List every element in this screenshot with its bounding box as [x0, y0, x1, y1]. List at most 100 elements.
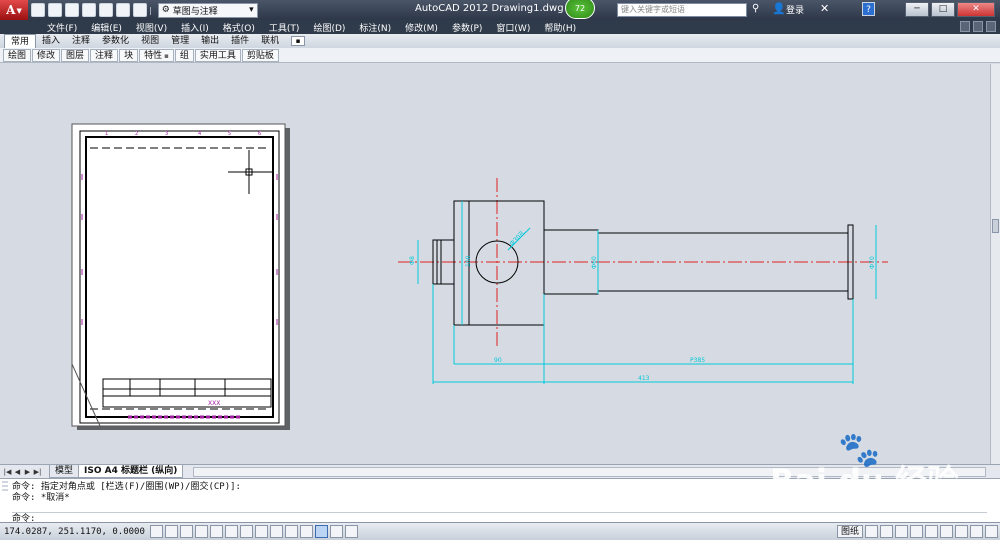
menu-bar: 文件(F) 编辑(E) 视图(V) 插入(I) 格式(O) 工具(T) 绘图(D… [0, 20, 1000, 34]
tab-annotate[interactable]: 注释 [66, 34, 96, 48]
layout-tab-bar: |◀ ◀ ▶ ▶| 模型 ISO A4 标题栏 (纵向) [0, 464, 1000, 478]
panel-layers[interactable]: 图层 [61, 48, 90, 62]
sheet-mark: 5 [228, 131, 231, 137]
doc-restore-button[interactable] [973, 21, 983, 32]
panel-annotation[interactable]: 注释 [90, 48, 119, 62]
panel-utilities[interactable]: 实用工具 [194, 48, 241, 62]
tab-view[interactable]: 视图 [135, 34, 165, 48]
exchange-icon[interactable]: ✕ [820, 2, 829, 15]
tab-online[interactable]: 联机 [255, 34, 285, 48]
snap-mode-icon[interactable] [165, 525, 178, 538]
tab-layout-iso-a4[interactable]: ISO A4 标题栏 (纵向) [78, 465, 184, 478]
tab-plugins[interactable]: 插件 [225, 34, 255, 48]
ribbon-panels: 绘图 修改 图层 注释 块 特性 ▪ 组 实用工具 剪贴板 [0, 48, 1000, 63]
login-button[interactable]: 登录 [786, 3, 804, 16]
object-snap-tracking-icon[interactable] [255, 525, 268, 538]
save-as-icon[interactable] [82, 3, 96, 17]
panel-properties[interactable]: 特性 ▪ [139, 48, 174, 62]
tab-model[interactable]: 模型 [49, 465, 80, 478]
layout-space-button[interactable]: 图纸 [836, 525, 863, 538]
panel-modify[interactable]: 修改 [32, 48, 61, 62]
quick-properties-icon[interactable] [330, 525, 343, 538]
maximize-button[interactable]: □ [931, 2, 955, 17]
binoculars-icon[interactable]: ⚲ [752, 3, 765, 16]
tab-parametric[interactable]: 参数化 [96, 34, 135, 48]
notification-badge[interactable]: 72 [565, 0, 595, 19]
application-menu-button[interactable]: A ▼ [0, 0, 28, 20]
panel-draw[interactable]: 绘图 [3, 48, 32, 62]
clean-screen-icon[interactable] [985, 525, 998, 538]
dynamic-input-icon[interactable] [285, 525, 298, 538]
tab-insert[interactable]: 插入 [36, 34, 66, 48]
menu-dimension[interactable]: 标注(N) [352, 21, 398, 34]
dim-label: 90 [494, 357, 502, 364]
grid-display-icon[interactable] [180, 525, 193, 538]
lineweight-icon[interactable] [300, 525, 313, 538]
menu-edit[interactable]: 编辑(E) [84, 21, 129, 34]
menu-format[interactable]: 格式(O) [216, 21, 262, 34]
command-grip[interactable] [2, 481, 8, 492]
annotation-scale-icon[interactable] [925, 525, 938, 538]
infer-constraints-icon[interactable] [150, 525, 163, 538]
menu-file[interactable]: 文件(F) [40, 21, 84, 34]
title-block-mark: XXX [208, 400, 220, 407]
open-file-icon[interactable] [48, 3, 62, 17]
dim-label: 100 [465, 255, 472, 267]
doc-minimize-button[interactable] [960, 21, 970, 32]
panel-block[interactable]: 块 [119, 48, 139, 62]
tab-manage[interactable]: 管理 [165, 34, 195, 48]
menu-insert[interactable]: 插入(I) [174, 21, 216, 34]
search-input[interactable]: 键入关键字或短语 [617, 3, 747, 17]
help-button[interactable]: ? [862, 2, 875, 16]
sheet-mark: 2 [135, 131, 138, 137]
allow-ucs-icon[interactable] [270, 525, 283, 538]
coordinate-readout[interactable]: 174.0287, 251.1170, 0.0000 [0, 527, 150, 537]
dim-label: P385 [690, 357, 705, 364]
user-icon[interactable]: 👤 [772, 2, 786, 15]
menu-draw[interactable]: 绘图(D) [306, 21, 352, 34]
isolate-objects-icon[interactable] [970, 525, 983, 538]
last-layout-icon[interactable]: ▶| [33, 467, 42, 477]
menu-help[interactable]: 帮助(H) [537, 21, 583, 34]
object-snap-icon[interactable] [225, 525, 238, 538]
prev-layout-icon[interactable]: ◀ [13, 467, 22, 477]
menu-view[interactable]: 视图(V) [129, 21, 174, 34]
workspace-switch-icon[interactable] [940, 525, 953, 538]
workspace-dropdown[interactable]: ⚙ 草图与注释 ▾ [157, 2, 258, 18]
minimize-button[interactable]: ─ [905, 2, 929, 17]
ribbon-toggle-button[interactable]: ▪ [291, 36, 306, 46]
selection-cycling-icon[interactable] [345, 525, 358, 538]
new-file-icon[interactable] [31, 3, 45, 17]
vertical-scrollbar[interactable] [990, 64, 1000, 464]
quick-view-drawings-icon[interactable] [880, 525, 893, 538]
transparency-icon[interactable] [315, 525, 328, 538]
close-button[interactable]: ✕ [957, 2, 995, 17]
sheet-mark: 4 [198, 131, 201, 137]
dim-label: Ф8 [409, 256, 416, 265]
tab-home[interactable]: 常用 [4, 34, 37, 48]
doc-close-button[interactable] [986, 21, 996, 32]
pan-icon[interactable] [895, 525, 908, 538]
panel-group[interactable]: 组 [174, 48, 194, 62]
first-layout-icon[interactable]: |◀ [3, 467, 12, 477]
zoom-icon[interactable] [910, 525, 923, 538]
menu-parametric[interactable]: 参数(P) [445, 21, 489, 34]
panel-clipboard[interactable]: 剪贴板 [241, 48, 279, 62]
next-layout-icon[interactable]: ▶ [23, 467, 32, 477]
undo-icon[interactable] [116, 3, 130, 17]
menu-modify[interactable]: 修改(M) [398, 21, 445, 34]
tab-output[interactable]: 输出 [195, 34, 225, 48]
save-icon[interactable] [65, 3, 79, 17]
drawing-canvas[interactable]: 1 2 3 4 5 6 XXX Ф8 100 Ф30孔 Ф60 Ф70 90 P… [0, 64, 990, 464]
3d-object-snap-icon[interactable] [240, 525, 253, 538]
scrollbar-thumb[interactable] [992, 219, 999, 233]
plot-icon[interactable] [99, 3, 113, 17]
lock-icon[interactable] [955, 525, 968, 538]
menu-window[interactable]: 窗口(W) [489, 21, 537, 34]
horizontal-scrollbar[interactable] [193, 466, 986, 477]
quick-view-layouts-icon[interactable] [865, 525, 878, 538]
ortho-mode-icon[interactable] [195, 525, 208, 538]
polar-tracking-icon[interactable] [210, 525, 223, 538]
menu-tools[interactable]: 工具(T) [262, 21, 307, 34]
redo-icon[interactable] [133, 3, 147, 17]
